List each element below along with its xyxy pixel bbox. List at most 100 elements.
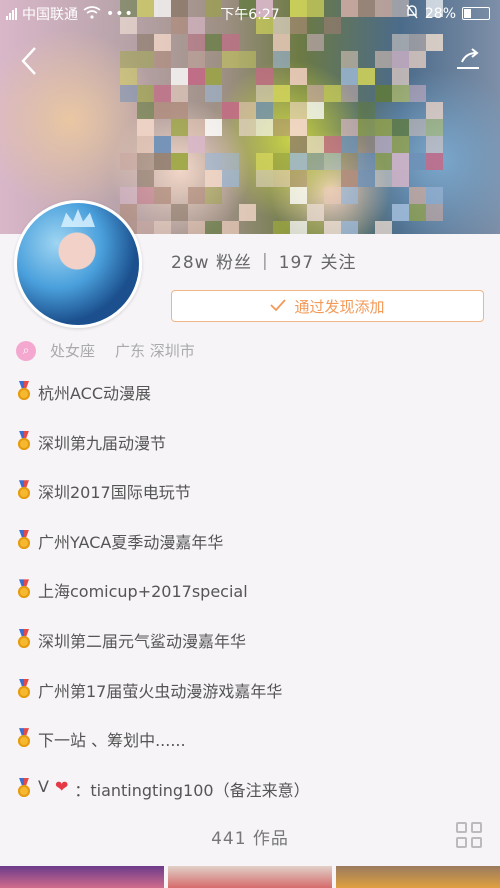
mosaic-pixel (222, 34, 239, 51)
mosaic-pixel (341, 187, 358, 204)
mosaic-pixel (358, 153, 375, 170)
bio-text: 深圳2017国际电玩节 (38, 483, 191, 503)
mosaic-pixel (290, 153, 307, 170)
mosaic-pixel (375, 221, 392, 234)
cover-image (0, 0, 500, 234)
mosaic-pixel (392, 153, 409, 170)
mosaic-pixel (273, 85, 290, 102)
medal-icon (16, 381, 32, 401)
mosaic-pixel (358, 102, 375, 119)
mosaic-pixel (375, 153, 392, 170)
mosaic-pixel (375, 136, 392, 153)
share-icon[interactable] (452, 44, 486, 78)
mosaic-pixel (426, 153, 443, 170)
mosaic-pixel (392, 85, 409, 102)
mosaic-pixel (171, 102, 188, 119)
mosaic-pixel (409, 34, 426, 51)
mosaic-pixel (290, 170, 307, 187)
mosaic-pixel (290, 136, 307, 153)
check-icon (270, 297, 287, 315)
mosaic-pixel (392, 68, 409, 85)
bio-item: 上海comicup+2017special (16, 578, 486, 628)
mosaic-pixel (256, 170, 273, 187)
mosaic-pixel (137, 187, 154, 204)
bio-item: 杭州ACC动漫展 (16, 380, 486, 430)
mosaic-pixel (392, 51, 409, 68)
mosaic-pixel (426, 34, 443, 51)
mosaic-pixel (273, 170, 290, 187)
following-count[interactable]: 197 关注 (279, 248, 357, 273)
bio-text: 下一站 、筹划中...... (38, 731, 186, 751)
mosaic-pixel (392, 119, 409, 136)
bio-list: 杭州ACC动漫展 深圳第九届动漫节 深圳2017国际电玩节 广州YACA夏季动漫… (16, 380, 486, 826)
mosaic-pixel (120, 68, 137, 85)
mosaic-pixel (273, 51, 290, 68)
works-bar: 441 作品 (0, 818, 500, 854)
mosaic-pixel (273, 34, 290, 51)
mosaic-pixel (307, 136, 324, 153)
mosaic-pixel (188, 34, 205, 51)
mosaic-pixel (341, 170, 358, 187)
mosaic-pixel (188, 136, 205, 153)
mosaic-pixel (392, 204, 409, 221)
mosaic-pixel (171, 85, 188, 102)
bio-text: 深圳第九届动漫节 (38, 433, 167, 453)
mosaic-pixel (239, 119, 256, 136)
mosaic-pixel (205, 187, 222, 204)
bio-prefix: V (38, 776, 49, 796)
mosaic-pixel (188, 221, 205, 234)
back-icon[interactable] (12, 44, 46, 78)
mosaic-pixel (256, 68, 273, 85)
bio-item: 广州第17届萤火虫动漫游戏嘉年华 (16, 678, 486, 728)
mosaic-pixel (341, 85, 358, 102)
mosaic-pixel (307, 34, 324, 51)
mosaic-pixel (290, 119, 307, 136)
bio-text: 广州YACA夏季动漫嘉年华 (38, 532, 224, 552)
avatar[interactable] (14, 200, 142, 328)
profile-meta: ⌕ 处女座 广东 深圳市 (16, 340, 195, 361)
bio-item: 广州YACA夏季动漫嘉年华 (16, 529, 486, 579)
medal-icon (16, 778, 32, 798)
mosaic-pixel (324, 221, 341, 234)
location-pin-icon: ⌕ (16, 340, 36, 361)
mosaic-pixel (222, 51, 239, 68)
mosaic-pixel (307, 221, 324, 234)
work-thumbnail[interactable] (168, 866, 332, 888)
add-button-label: 通过发现添加 (294, 297, 385, 316)
mosaic-pixel (137, 221, 154, 234)
grid-view-icon[interactable] (456, 822, 482, 848)
mosaic-pixel (358, 136, 375, 153)
mosaic-pixel (137, 153, 154, 170)
followers-count[interactable]: 28w 粉丝 (171, 248, 252, 273)
medal-icon (16, 530, 32, 550)
medal-icon (16, 480, 32, 500)
mosaic-pixel (205, 153, 222, 170)
mosaic-pixel (137, 102, 154, 119)
mosaic-pixel (324, 85, 341, 102)
mosaic-pixel (120, 153, 137, 170)
bio-item: 下一站 、筹划中...... (16, 727, 486, 777)
work-thumbnail[interactable] (0, 866, 164, 888)
mosaic-pixel (239, 102, 256, 119)
mosaic-pixel (171, 119, 188, 136)
mosaic-pixel (409, 85, 426, 102)
work-thumbnail[interactable] (336, 866, 500, 888)
mosaic-pixel (307, 153, 324, 170)
mosaic-pixel (154, 51, 171, 68)
mosaic-pixel (426, 136, 443, 153)
add-friend-button[interactable]: 通过发现添加 (171, 290, 484, 322)
mosaic-pixel (188, 68, 205, 85)
mosaic-pixel (239, 51, 256, 68)
mosaic-pixel (154, 153, 171, 170)
mosaic-pixel (154, 102, 171, 119)
mosaic-pixel (392, 170, 409, 187)
mosaic-pixel (341, 51, 358, 68)
zodiac-label: 处女座 (50, 342, 96, 360)
mosaic-pixel (205, 85, 222, 102)
mosaic-pixel (256, 85, 273, 102)
mosaic-pixel (205, 170, 222, 187)
mosaic-pixel (154, 136, 171, 153)
mosaic-pixel (290, 221, 307, 234)
mosaic-pixel (120, 51, 137, 68)
medal-icon (16, 431, 32, 451)
